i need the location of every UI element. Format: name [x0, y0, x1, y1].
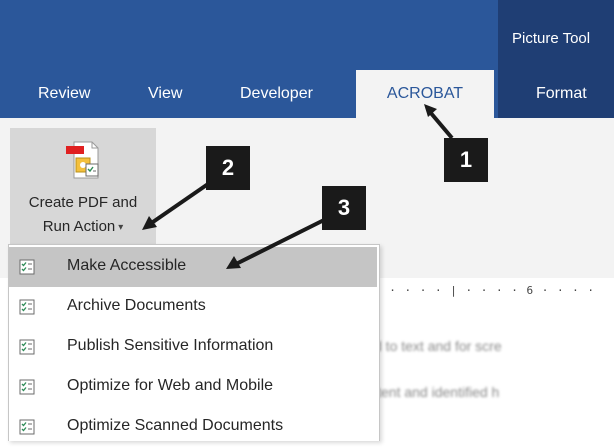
context-group-title: Picture Tool [512, 30, 591, 47]
menu-item-label: Publish Sensitive Information [67, 337, 274, 354]
create-pdf-label-line2: Run Action ▾ [10, 218, 156, 235]
menu-item-label: Optimize Scanned Documents [67, 417, 284, 434]
create-pdf-and-run-action-button[interactable]: Create PDF and Run Action ▾ [10, 128, 156, 246]
create-pdf-label-line1: Create PDF and [28, 194, 138, 211]
tab-view[interactable]: View [148, 70, 182, 118]
action-checklist-icon [19, 419, 35, 435]
horizontal-ruler[interactable]: 5 · · · · | · · · · 6 · · · · [374, 284, 614, 304]
menu-item-label: Make Accessible [67, 257, 187, 274]
menu-item-make-accessible[interactable]: Make Accessible [9, 247, 377, 287]
action-checklist-icon [19, 379, 35, 395]
create-pdf-icon [66, 141, 99, 179]
action-checklist-icon [19, 299, 35, 315]
menu-item-optimize-web-mobile[interactable]: Optimize for Web and Mobile [9, 367, 377, 407]
action-checklist-icon [19, 259, 35, 275]
document-text-line: d to text and for scre [374, 338, 502, 354]
action-checklist-icon [19, 339, 35, 355]
callout-number-2: 2 [206, 146, 250, 190]
document-text-line: itent and identified h [374, 384, 500, 400]
create-pdf-label-text: Run Action [42, 218, 116, 235]
callout-number-1: 1 [444, 138, 488, 182]
tab-developer[interactable]: Developer [240, 70, 313, 118]
menu-item-optimize-scanned-documents[interactable]: Optimize Scanned Documents [9, 407, 377, 447]
tab-review[interactable]: Review [38, 70, 90, 118]
menu-item-archive-documents[interactable]: Archive Documents [9, 287, 377, 327]
menu-item-label: Archive Documents [67, 297, 206, 314]
tab-acrobat[interactable]: ACROBAT [356, 70, 494, 118]
tab-format[interactable]: Format [536, 70, 587, 118]
callout-number-3: 3 [322, 186, 366, 230]
menu-item-publish-sensitive-information[interactable]: Publish Sensitive Information [9, 327, 377, 367]
chevron-down-icon: ▾ [118, 221, 124, 233]
run-action-dropdown-menu: Make Accessible Archive Documents Publis… [8, 244, 380, 441]
menu-item-label: Optimize for Web and Mobile [67, 377, 274, 394]
